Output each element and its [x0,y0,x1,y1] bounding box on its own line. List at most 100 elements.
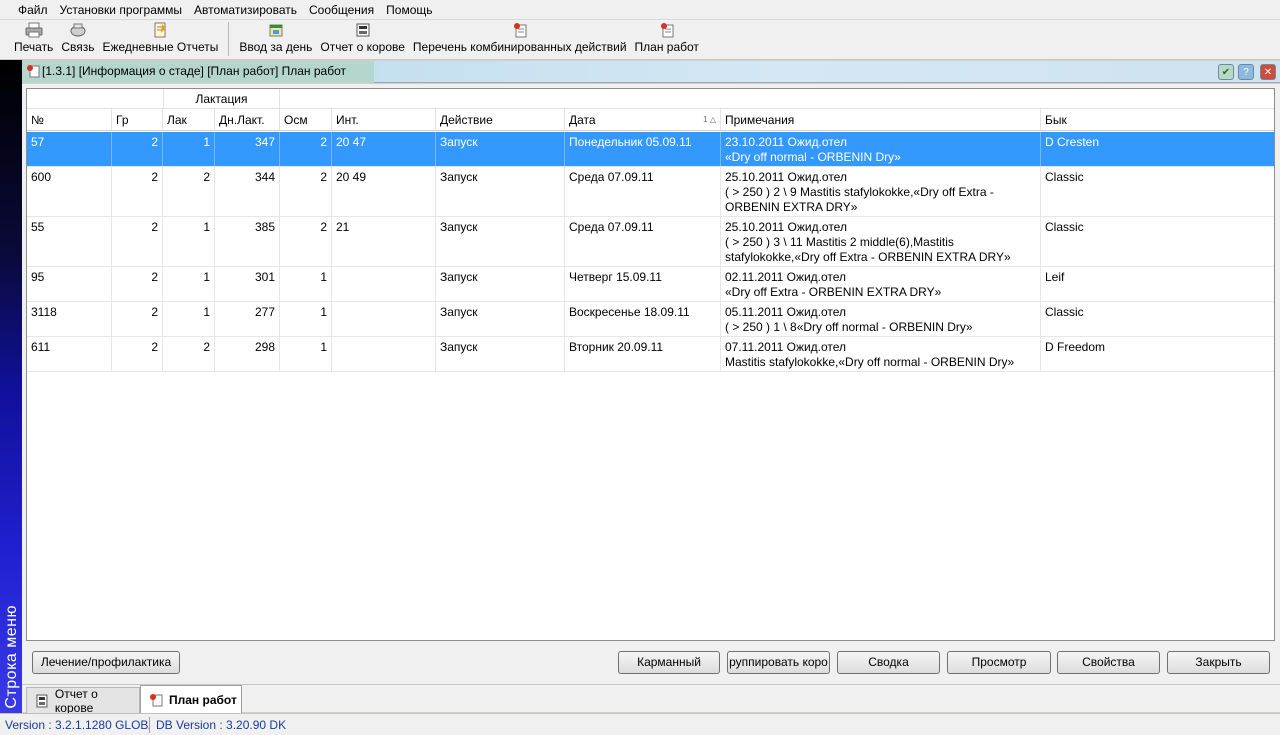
cell-days-lactation: 347 [215,132,280,166]
table-row[interactable]: 95 2 1 301 1 Запуск Четверг 15.09.11 02.11.2011… [27,267,1274,302]
close-icon[interactable]: ✕ [1260,64,1276,80]
pocket-button[interactable]: Карманный [618,651,720,674]
view-button[interactable]: Просмотр [947,651,1051,674]
cell-number: 57 [27,132,112,166]
cell-notes: 25.10.2011 Ожид.отел( > 250 ) 2 \ 9 Mast… [721,167,1041,216]
col-notes[interactable]: Примечания [721,109,1041,131]
close-button[interactable]: Закрыть [1167,651,1270,674]
db-version: DB Version : 3.20.90 DK [156,717,287,732]
cow-report-label: Отчет о корове [320,40,405,54]
cell-bull: D Freedom [1045,340,1106,354]
window-tabs: Отчет о корове План работ [22,684,1280,715]
tab-work-plan-label: План работ [169,692,237,707]
col-lactation[interactable]: Лак [163,109,215,131]
cell-interval: 21 [332,217,436,266]
treatment-button[interactable]: Лечение/профилактика [32,651,180,674]
menu-settings[interactable]: Установки программы [54,0,189,20]
table-row[interactable]: 611 2 2 298 1 Запуск Вторник 20.09.11 07.11.201… [27,337,1274,372]
note-line: 25.10.2011 Ожид.отел [725,170,847,184]
help-icon[interactable]: ? [1238,64,1254,80]
cell-days-lactation: 344 [215,167,280,216]
window-title: [1.3.1] [Информация о стаде] [План работ… [42,64,346,78]
cow-report-button[interactable]: Отчет о корове [316,20,409,58]
menu-file[interactable]: Файл [12,0,54,20]
cell-exam: 2 [280,132,332,166]
work-plan-icon [660,23,674,38]
cell-interval [332,337,436,371]
band-lactation: Лактация [163,89,280,109]
col-action[interactable]: Действие [436,109,565,131]
menu-help[interactable]: Помощь [380,0,438,20]
cell-group: 2 [112,217,163,266]
combined-actions-button[interactable]: Перечень комбинированных действий [409,20,631,58]
cell-days-lactation: 301 [215,267,280,301]
print-button[interactable]: Печать [10,20,57,58]
cell-date: Понедельник 05.09.11 [565,132,721,166]
cell-exam: 1 [280,267,332,301]
table-row[interactable]: 55 2 1 385 2 21 Запуск Среда 07.09.11 25.10.2011… [27,217,1274,267]
cell-action: Запуск [436,267,565,301]
cell-exam: 2 [280,217,332,266]
col-bull[interactable]: Бык [1041,109,1274,131]
note-line: ORBENIN EXTRA DRY» [725,200,858,214]
cell-bull: Classic [1045,170,1084,184]
cell-bull: D Cresten [1045,135,1100,149]
table-row[interactable]: 57 2 1 347 2 20 47 Запуск Понедельник 05.09.11 2… [27,132,1274,167]
cell-exam: 1 [280,302,332,336]
cell-exam: 1 [280,337,332,371]
menu-bar: Файл Установки программы Автоматизироват… [0,0,1280,20]
work-plan-icon [27,65,40,78]
note-line: stafylokokke,«Dry off Extra - ORBENIN EX… [725,250,1011,264]
group-cows-button[interactable]: руппировать коро [727,651,830,674]
cell-number: 600 [27,167,112,216]
refresh-icon[interactable]: ✔ [1218,64,1234,80]
menu-strip[interactable]: Строка меню [0,60,22,715]
cell-bull: Leif [1045,270,1065,284]
note-line: Mastitis stafylokokke,«Dry off normal - … [725,355,1015,369]
col-interval[interactable]: Инт. [332,109,436,131]
table-row[interactable]: 3118 2 1 277 1 Запуск Воскресенье 18.09.11 05.1… [27,302,1274,337]
col-days-lactation[interactable]: Дн.Лакт. [215,109,280,131]
cell-days-lactation: 385 [215,217,280,266]
work-plan-icon [150,693,163,706]
summary-button[interactable]: Сводка [837,651,940,674]
cell-action: Запуск [436,217,565,266]
work-plan-grid[interactable]: Лактация № Гр Лак Дн.Лакт. Осм Инт. Дейс… [26,88,1275,641]
daily-input-button[interactable]: Ввод за день [235,20,316,58]
cell-group: 2 [112,132,163,166]
cell-interval: 20 49 [332,167,436,216]
cell-notes: 02.11.2011 Ожид.отел «Dry off Extra - ORB… [721,267,1041,301]
col-group[interactable]: Гр [112,109,163,131]
table-row[interactable]: 600 2 2 344 2 20 49 Запуск Среда 07.09.11 25.10.… [27,167,1274,217]
col-date[interactable]: Дата 1 △ [565,109,721,131]
cell-notes: 23.10.2011 Ожид.отел «Dry off normal - OR… [721,132,1041,166]
col-exam[interactable]: Осм [280,109,332,131]
work-plan-button[interactable]: План работ [631,20,703,58]
note-line: ( > 250 ) 3 \ 11 Mastitis 2 middle(6),Ma… [725,235,954,249]
link-button[interactable]: Связь [57,20,98,58]
toolbar: Печать Связь Ежедневные Отчеты Ввод за д… [0,20,1280,60]
daily-reports-button[interactable]: Ежедневные Отчеты [98,20,222,58]
tab-cow-report[interactable]: Отчет о корове [26,686,140,715]
cell-lactation: 2 [163,337,215,371]
cell-bull: Classic [1045,305,1084,319]
report-icon [154,22,167,38]
note-line: 07.11.2011 Ожид.отел [725,340,847,354]
main-content: Лактация № Гр Лак Дн.Лакт. Осм Инт. Дейс… [22,84,1280,684]
cell-days-lactation: 277 [215,302,280,336]
menu-messages[interactable]: Сообщения [303,0,380,20]
print-label: Печать [14,40,54,54]
combined-actions-label: Перечень комбинированных действий [412,40,627,54]
cell-interval [332,267,436,301]
tab-cow-report-label: Отчет о корове [54,686,98,715]
sort-ascending-icon: 1 △ [703,115,716,124]
cell-notes: 25.10.2011 Ожид.отел( > 250 ) 3 \ 11 Mas… [721,217,1041,266]
cell-bull: Classic [1045,220,1084,234]
menu-automate[interactable]: Автоматизировать [188,0,303,20]
col-no[interactable]: № [27,109,112,131]
note-line: ( > 250 ) 1 \ 8«Dry off normal - ORBENIN… [725,320,973,334]
cell-group: 2 [112,302,163,336]
tab-work-plan[interactable]: План работ [140,685,242,713]
cell-number: 3118 [27,302,112,336]
properties-button[interactable]: Свойства [1057,651,1160,674]
